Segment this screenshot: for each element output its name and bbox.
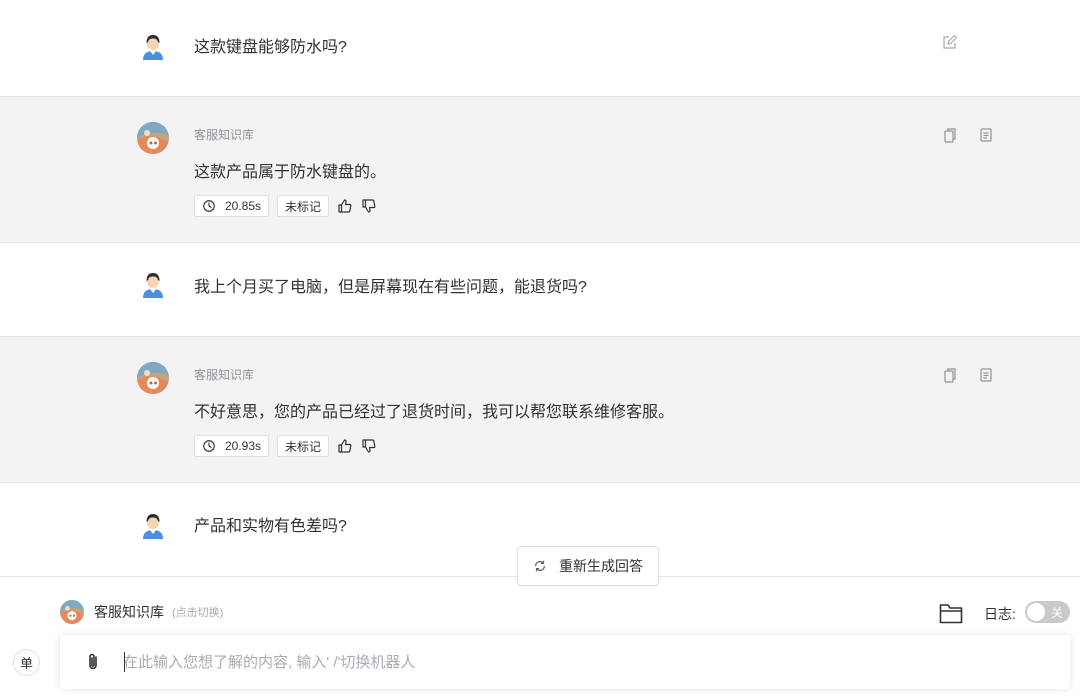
note-icon[interactable]	[978, 127, 994, 143]
clock-icon	[202, 199, 216, 213]
copy-icon[interactable]	[942, 367, 958, 383]
toggle-knob	[1027, 603, 1045, 621]
bot-avatar-icon	[137, 122, 169, 154]
message-user: 这款键盘能够防水吗?	[0, 0, 1080, 96]
note-icon[interactable]	[978, 367, 994, 383]
text-caret	[124, 652, 125, 672]
bot-name: 客服知识库	[194, 128, 255, 142]
message-text: 这款键盘能够防水吗?	[194, 39, 347, 56]
message-meta: 20.85s 未标记	[194, 195, 377, 217]
bot-switcher[interactable]: 客服知识库 (点击切换)	[60, 600, 223, 624]
message-user: 我上个月买了电脑，但是屏幕现在有些问题，能退货吗?	[0, 243, 1080, 336]
switch-hint: (点击切换)	[172, 607, 224, 619]
message-text: 这款产品属于防水键盘的。	[194, 164, 387, 181]
thumbs-down-icon[interactable]	[361, 438, 377, 454]
message-text: 产品和实物有色差吗?	[194, 518, 347, 535]
bot-avatar-icon	[60, 600, 84, 624]
thumbs-down-icon[interactable]	[361, 198, 377, 214]
log-toggle[interactable]: 关	[1025, 601, 1070, 623]
message-text: 我上个月买了电脑，但是屏幕现在有些问题，能退货吗?	[194, 279, 587, 296]
user-avatar-icon	[141, 34, 165, 60]
edit-icon[interactable]	[942, 34, 958, 50]
current-bot-name: 客服知识库	[94, 604, 164, 620]
message-input[interactable]	[123, 649, 1023, 675]
bot-avatar-icon	[137, 362, 169, 394]
message-actions	[942, 367, 994, 383]
paperclip-icon[interactable]	[83, 652, 103, 672]
user-avatar-icon	[141, 513, 165, 539]
refresh-icon	[535, 560, 545, 572]
message-text: 不好意思，您的产品已经过了退货时间，我可以帮您联系维修客服。	[194, 404, 675, 421]
folder-icon[interactable]	[939, 602, 963, 624]
log-label: 日志:	[984, 606, 1016, 622]
message-input-box	[60, 635, 1070, 689]
mode-button[interactable]: 单	[13, 649, 40, 676]
mark-status-button[interactable]: 未标记	[277, 435, 330, 457]
duration-value: 20.85s	[225, 199, 262, 213]
toggle-state-label: 关	[1050, 606, 1063, 620]
message-actions	[942, 127, 994, 143]
thumbs-up-icon[interactable]	[337, 198, 353, 214]
clock-icon	[202, 439, 216, 453]
message-bot: 客服知识库 不好意思，您的产品已经过了退货时间，我可以帮您联系维修客服。 20.…	[0, 336, 1080, 483]
duration-value: 20.93s	[225, 439, 262, 453]
bot-name: 客服知识库	[194, 368, 255, 382]
regenerate-label: 重新生成回答	[559, 558, 643, 574]
thumbs-up-icon[interactable]	[337, 438, 353, 454]
user-avatar-icon	[141, 272, 165, 298]
duration-badge: 20.93s	[194, 435, 270, 457]
message-meta: 20.93s 未标记	[194, 435, 377, 457]
regenerate-button[interactable]: 重新生成回答	[517, 546, 659, 586]
mark-status-button[interactable]: 未标记	[277, 195, 330, 217]
message-bot: 客服知识库 这款产品属于防水键盘的。 20.85s 未标记	[0, 96, 1080, 243]
copy-icon[interactable]	[942, 127, 958, 143]
duration-badge: 20.85s	[194, 195, 270, 217]
chat-history: 这款键盘能够防水吗? 客服知识库 这款产品属于防水键盘的。 20.85s 未标记…	[0, 0, 1080, 576]
